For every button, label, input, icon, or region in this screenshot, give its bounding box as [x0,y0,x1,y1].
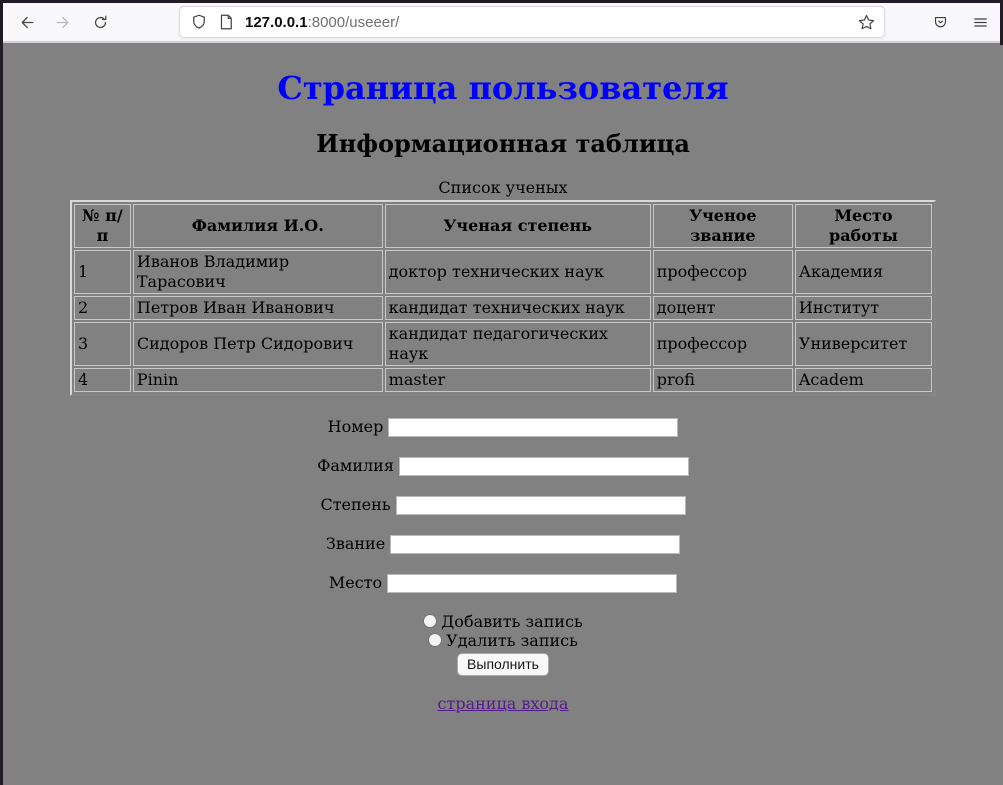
cell-number: 4 [74,368,131,392]
delete-record-radio[interactable] [428,633,442,647]
cell-name: Петров Иван Иванович [133,296,383,320]
back-icon[interactable] [11,7,41,37]
table-header-row: № п/п Фамилия И.О. Ученая степень Ученое… [74,204,932,248]
cell-degree: кандидат педагогических наук [385,322,651,366]
url-text: 127.0.0.1:8000/useeer/ [245,14,857,31]
window-frame-left [0,0,3,785]
pocket-icon[interactable] [925,7,955,37]
cell-workplace: Academ [795,368,932,392]
cell-title: profi [653,368,793,392]
cell-title: профессор [653,322,793,366]
forward-icon[interactable] [48,7,78,37]
reload-icon[interactable] [85,7,115,37]
delete-record-label: Удалить запись [446,631,578,650]
login-page-link[interactable]: страница входа [438,694,569,713]
col-header-title: Ученое звание [653,204,793,248]
workplace-label: Место [329,573,382,592]
cell-degree: доктор технических наук [385,250,651,294]
browser-toolbar: 127.0.0.1:8000/useeer/ [3,3,1003,43]
cell-workplace: Университет [795,322,932,366]
cell-workplace: Институт [795,296,932,320]
add-record-label: Добавить запись [441,612,582,631]
form-line-number: Номер [3,417,1003,437]
url-bar[interactable]: 127.0.0.1:8000/useeer/ [179,6,885,38]
number-input[interactable] [388,418,678,437]
radio-line-add: Добавить запись [3,612,1003,631]
cell-title: доцент [653,296,793,320]
cell-number: 3 [74,322,131,366]
degree-label: Степень [320,495,390,514]
form-line-surname: Фамилия [3,456,1003,476]
browser-window: 127.0.0.1:8000/useeer/ Страница пользова… [0,0,1003,785]
record-form: Номер Фамилия Степень Звание Место Добав… [3,417,1003,676]
cell-number: 2 [74,296,131,320]
scientists-table: Список ученых № п/п Фамилия И.О. Ученая … [70,178,936,396]
page-icon[interactable] [217,13,235,31]
radio-line-delete: Удалить запись [3,631,1003,650]
surname-label: Фамилия [317,456,394,475]
col-header-name: Фамилия И.О. [133,204,383,248]
table-row: 4 Pinin master profi Academ [74,368,932,392]
surname-input[interactable] [399,457,689,476]
table-row: 3 Сидоров Петр Сидорович кандидат педаго… [74,322,932,366]
cell-degree: master [385,368,651,392]
col-header-workplace: Место работы [795,204,932,248]
workplace-input[interactable] [387,574,677,593]
form-line-degree: Степень [3,495,1003,515]
form-line-workplace: Место [3,573,1003,593]
cell-workplace: Академия [795,250,932,294]
number-label: Номер [328,417,384,436]
cell-name: Сидоров Петр Сидорович [133,322,383,366]
col-header-number: № п/п [74,204,131,248]
page-subtitle: Информационная таблица [3,129,1003,158]
col-header-degree: Ученая степень [385,204,651,248]
menu-icon[interactable] [965,7,995,37]
url-path: :8000/useeer/ [308,14,400,31]
table-row: 1 Иванов Владимир Тарасович доктор техни… [74,250,932,294]
window-frame-top [0,0,1003,3]
table-row: 2 Петров Иван Иванович кандидат техничес… [74,296,932,320]
cell-number: 1 [74,250,131,294]
cell-name: Pinin [133,368,383,392]
execute-button[interactable]: Выполнить [457,653,549,676]
cell-name: Иванов Владимир Тарасович [133,250,383,294]
form-line-title: Звание [3,534,1003,554]
page-content: Страница пользователя Информационная таб… [3,43,1003,785]
cell-degree: кандидат технических наук [385,296,651,320]
star-icon[interactable] [857,13,876,32]
title-label: Звание [326,534,385,553]
shield-icon[interactable] [190,13,208,31]
degree-input[interactable] [396,496,686,515]
title-input[interactable] [390,535,680,554]
cell-title: профессор [653,250,793,294]
add-record-radio[interactable] [423,614,437,628]
url-domain: 127.0.0.1 [245,14,308,31]
page-title: Страница пользователя [3,69,1003,107]
table-caption: Список ученых [70,178,936,200]
footer-link-line: страница входа [3,694,1003,713]
